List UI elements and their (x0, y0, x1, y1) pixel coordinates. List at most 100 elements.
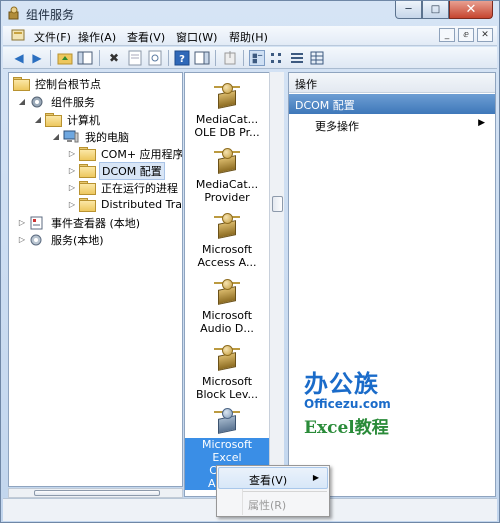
install-icon[interactable] (222, 50, 238, 66)
tree-node-label: 计算机 (67, 113, 100, 127)
tree-horizontal-scrollbar[interactable] (8, 488, 183, 498)
show-hide-tree-icon[interactable] (77, 50, 93, 66)
context-menu-view[interactable]: 查看(V) ▶ (218, 467, 328, 489)
folder-icon (79, 147, 96, 161)
menu-item-label: 属性(R) (248, 499, 287, 512)
title-bar[interactable]: 组件服务 ─ □ ✕ (1, 1, 499, 25)
tree-node-component-services[interactable]: ◢ 组件服务 (17, 93, 97, 110)
component-name-line2: Block Lev... (195, 388, 259, 401)
component-item[interactable]: Microsoft Audio D... (185, 277, 269, 335)
minimize-button[interactable]: ─ (395, 1, 422, 19)
mdi-buttons: _ ⅇ ✕ (439, 28, 493, 42)
more-actions-link[interactable]: 更多操作 (315, 118, 359, 134)
expand-toggle[interactable]: ▷ (17, 218, 27, 227)
tree-node-label: DCOM 配置 (99, 161, 165, 180)
refresh-icon[interactable] (147, 50, 163, 66)
collapse-toggle[interactable]: ◢ (51, 132, 61, 141)
maximize-button[interactable]: □ (422, 1, 449, 19)
context-menu-properties[interactable]: 属性(R) (218, 493, 328, 515)
scrollbar-thumb[interactable] (272, 196, 283, 212)
tree-node-console-root[interactable]: 控制台根节点 (13, 75, 103, 92)
event-viewer-icon (30, 216, 43, 229)
mdi-minimize-button[interactable]: _ (439, 28, 455, 42)
folder-icon (79, 198, 96, 212)
tree-node-label: Distributed Trar (101, 198, 183, 211)
tree-node-label: 我的电脑 (85, 130, 129, 144)
menu-bar: 文件(F) 操作(A) 查看(V) 窗口(W) 帮助(H) _ ⅇ ✕ (3, 26, 497, 46)
tree-node-running-processes[interactable]: ▷ 正在运行的进程 (67, 179, 180, 196)
tree-node-computers[interactable]: ◢ 计算机 (33, 111, 102, 128)
up-folder-icon[interactable] (57, 50, 73, 66)
tree-node-distributed-transaction[interactable]: ▷ Distributed Trar (67, 196, 183, 213)
component-name-line1: MediaCat... (195, 113, 259, 126)
collapse-toggle[interactable]: ◢ (33, 115, 43, 124)
console-icon[interactable] (11, 29, 25, 42)
scrollbar-thumb[interactable] (34, 490, 160, 496)
component-item[interactable]: Microsoft Access A... (185, 211, 269, 269)
tree-node-com-plus-applications[interactable]: ▷ COM+ 应用程序 (67, 145, 183, 162)
properties-icon[interactable] (127, 50, 143, 66)
expand-toggle[interactable]: ▷ (67, 166, 77, 175)
component-icon (213, 146, 241, 176)
menu-action[interactable]: 操作(A) (78, 29, 116, 45)
menu-file[interactable]: 文件(F) (34, 29, 71, 45)
tree-node-label: 控制台根节点 (35, 77, 101, 91)
back-icon[interactable]: ◀ (11, 50, 27, 66)
tree-node-label: 正在运行的进程 (101, 181, 178, 195)
component-item[interactable]: MediaCat... Provider (185, 146, 269, 204)
expand-toggle[interactable]: ▷ (67, 149, 77, 158)
tree-node-label: COM+ 应用程序 (101, 147, 183, 161)
small-icons-view[interactable] (269, 50, 285, 66)
menu-help[interactable]: 帮助(H) (229, 29, 268, 45)
expand-toggle[interactable]: ▷ (67, 183, 77, 192)
component-icon (213, 277, 241, 307)
detail-view[interactable] (309, 50, 325, 66)
component-icon (213, 343, 241, 373)
component-name-line1: Microsoft (201, 309, 253, 322)
tree-node-services[interactable]: ▷ 服务(本地) (17, 231, 106, 248)
large-icons-view[interactable] (249, 50, 265, 66)
caption-buttons: ─ □ ✕ (395, 1, 493, 19)
mdi-close-button[interactable]: ✕ (477, 28, 493, 42)
submenu-arrow-icon[interactable]: ▶ (478, 118, 485, 128)
help-icon[interactable]: ? (174, 50, 190, 66)
menu-separator (243, 491, 327, 492)
watermark-logo: 办公族 Officezu.com Excel教程 (304, 364, 391, 438)
component-name-line1: Microsoft (185, 438, 269, 451)
menu-item-label: 查看(V) (249, 474, 288, 487)
menu-window[interactable]: 窗口(W) (176, 29, 217, 45)
watermark-url: Officezu.com (304, 397, 391, 411)
toolbar: ◀ ▶ ✖ ? (3, 47, 497, 69)
component-name-line2: Excel (185, 451, 269, 464)
show-hide-action-icon[interactable] (194, 50, 210, 66)
mdi-restore-button[interactable]: ⅇ (458, 28, 474, 42)
component-item[interactable]: Microsoft Block Lev... (185, 343, 269, 401)
component-item[interactable]: MediaCat... OLE DB Pr... (185, 81, 269, 139)
watermark-text: 办公族 (304, 369, 379, 398)
tree-node-my-computer[interactable]: ◢ 我的电脑 (51, 128, 131, 145)
collapse-toggle[interactable]: ◢ (17, 97, 27, 106)
component-services-window: 组件服务 ─ □ ✕ 文件(F) 操作(A) 查看(V) 窗口(W) 帮助(H)… (0, 0, 500, 523)
tree-node-dcom-config[interactable]: ▷ DCOM 配置 (67, 161, 165, 180)
expand-toggle[interactable]: ▷ (17, 235, 27, 244)
menu-view[interactable]: 查看(V) (127, 29, 165, 45)
component-icon (213, 406, 241, 436)
list-view[interactable] (289, 50, 305, 66)
component-name-line2: Provider (204, 191, 250, 204)
delete-icon[interactable]: ✖ (106, 50, 122, 66)
actions-section-dcom-config[interactable]: DCOM 配置 (289, 94, 495, 114)
toolbar-separator (243, 50, 244, 66)
context-menu: 查看(V) ▶ 属性(R) (216, 465, 330, 517)
toolbar-separator (215, 50, 216, 66)
component-name-line2: Audio D... (200, 322, 254, 335)
close-button[interactable]: ✕ (449, 1, 493, 19)
tree-node-label: 组件服务 (51, 95, 95, 109)
component-name-line2: Access A... (197, 256, 257, 269)
svg-text:?: ? (179, 54, 185, 65)
expand-toggle[interactable]: ▷ (67, 200, 77, 209)
actions-header: 操作 (289, 73, 495, 93)
forward-icon[interactable]: ▶ (29, 50, 45, 66)
window-title: 组件服务 (26, 8, 75, 22)
components-vertical-scrollbar[interactable] (269, 72, 284, 497)
tree-node-event-viewer[interactable]: ▷ 事件查看器 (本地) (17, 214, 142, 231)
